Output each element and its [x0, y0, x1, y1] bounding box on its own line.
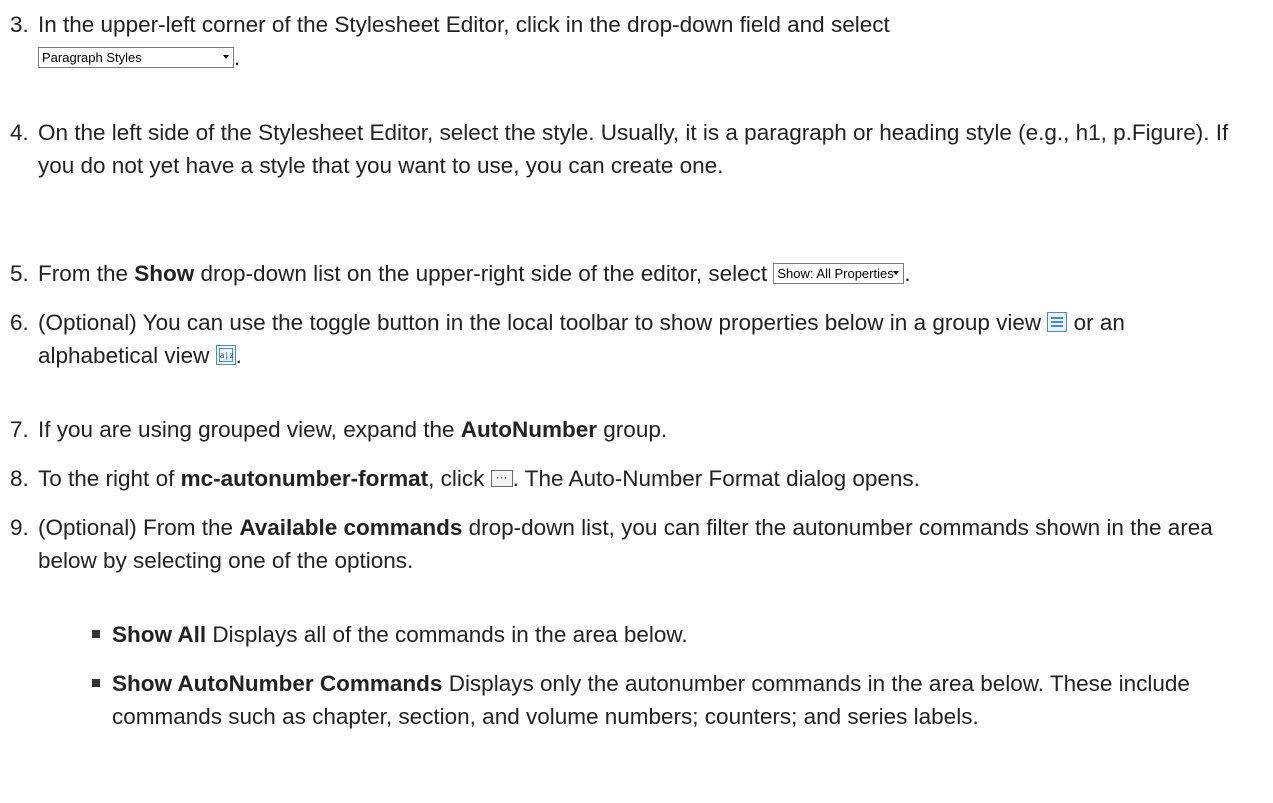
alphabetical-view-icon[interactable]: a|z — [215, 345, 236, 366]
step-number: 9. — [10, 515, 29, 540]
bold-term: Available commands — [239, 515, 463, 540]
group-view-icon[interactable] — [1047, 312, 1068, 333]
step-text: On the left side of the Stylesheet Edito… — [38, 120, 1229, 178]
step-number: 4. — [10, 120, 29, 145]
step-text: If you are using grouped view, expand th… — [38, 417, 668, 442]
ellipsis-button[interactable]: ··· — [490, 470, 513, 488]
step-text: (Optional) You can use the toggle button… — [38, 310, 1125, 368]
bullet-icon — [92, 679, 100, 687]
step-text: From the Show drop-down list on the uppe… — [38, 261, 911, 286]
step-number: 7. — [10, 417, 29, 442]
chevron-down-icon — [223, 54, 229, 59]
option-text: Show AutoNumber Commands Displays only t… — [112, 671, 1190, 729]
bold-term: AutoNumber — [460, 417, 598, 442]
show-properties-dropdown[interactable]: Show: All Properties — [773, 262, 905, 284]
step-number: 3. — [10, 12, 29, 37]
paragraph-styles-dropdown[interactable]: Paragraph Styles — [38, 46, 234, 68]
step-text: (Optional) From the Available commands d… — [38, 515, 1213, 573]
bullet-icon — [92, 630, 100, 638]
bold-term: Show All — [112, 622, 207, 647]
step-number: 5. — [10, 261, 29, 286]
bold-term: Show — [134, 261, 195, 286]
bold-term: mc-autonumber-format — [180, 466, 429, 491]
step-number: 6. — [10, 310, 29, 335]
document-page: 3. In the upper-left corner of the Style… — [0, 0, 1273, 803]
bold-term: Show AutoNumber Commands — [112, 671, 443, 696]
step-text: In the upper-left corner of the Styleshe… — [38, 12, 890, 70]
option-text: Show All Displays all of the commands in… — [112, 622, 688, 647]
chevron-down-icon — [893, 270, 900, 275]
step-number: 8. — [10, 466, 29, 491]
step-text: To the right of mc-autonumber-format, cl… — [38, 466, 920, 491]
